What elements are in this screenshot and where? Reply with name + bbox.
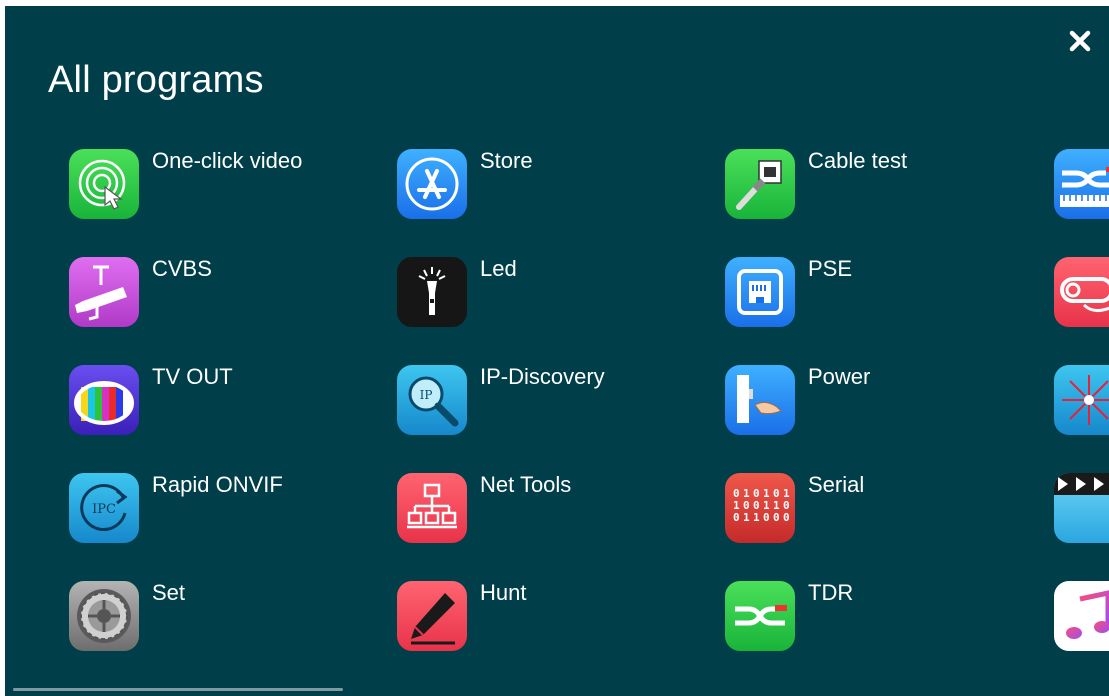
app-cable-test[interactable]: Cable test [725, 149, 1025, 227]
app-label: IP-Discovery [480, 364, 605, 389]
app-label: Serial [808, 472, 865, 497]
ipc-refresh-icon: IPC [69, 473, 139, 543]
cable-loop-icon [1054, 257, 1109, 327]
app-label: TV OUT [152, 364, 233, 389]
app-music[interactable] [1054, 581, 1109, 659]
ip-magnifier-icon: IP [397, 365, 467, 435]
app-store[interactable]: Store [397, 149, 697, 227]
app-cvbs[interactable]: CVBS [69, 257, 369, 335]
app-label: Power [808, 364, 871, 389]
app-laser[interactable] [1054, 365, 1109, 443]
app-label: Net Tools [480, 472, 572, 497]
ethernet-cable-icon [725, 149, 795, 219]
app-pse[interactable]: PSE [725, 257, 1025, 335]
app-rapid-onvif[interactable]: IPC Rapid ONVIF [69, 473, 369, 551]
app-led[interactable]: Led [397, 257, 697, 335]
pen-icon [397, 581, 467, 651]
network-topology-icon [397, 473, 467, 543]
binary-data-icon: 010 101 001 110 010 100 [725, 473, 795, 543]
tdr-ruler-icon [1054, 149, 1109, 219]
app-store-icon [397, 149, 467, 219]
music-note-icon [1054, 581, 1109, 651]
touch-target-icon [69, 149, 139, 219]
app-one-click-video[interactable]: One-click video [69, 149, 369, 227]
svg-text:1: 1 [753, 511, 760, 524]
app-tdr[interactable]: TDR [725, 581, 1025, 659]
app-label: Set [152, 580, 186, 605]
app-ip-discovery[interactable]: IP IP-Discovery [397, 365, 697, 443]
app-label: CVBS [152, 256, 212, 281]
cctv-camera-icon [69, 257, 139, 327]
svg-text:0: 0 [773, 511, 780, 524]
svg-text:0: 0 [733, 511, 740, 524]
app-clapperboard[interactable] [1054, 473, 1109, 551]
app-label: TDR [808, 580, 854, 605]
laser-icon [1054, 365, 1109, 435]
app-label: Rapid ONVIF [152, 472, 283, 497]
svg-text:1: 1 [743, 511, 750, 524]
app-tv-out[interactable]: TV OUT [69, 365, 369, 443]
app-tdr-ruler[interactable] [1054, 149, 1109, 227]
close-button[interactable] [1065, 26, 1095, 56]
app-set[interactable]: Set [69, 581, 369, 659]
app-net-tools[interactable]: Net Tools [397, 473, 697, 551]
page-title: All programs [48, 59, 264, 101]
page-scroll-indicator [13, 688, 343, 691]
app-serial[interactable]: 010 101 001 110 010 100 Serial [725, 473, 1025, 551]
app-power[interactable]: Power [725, 365, 1025, 443]
color-bars-icon [69, 365, 139, 435]
ethernet-port-icon [725, 257, 795, 327]
app-hunt[interactable]: Hunt [397, 581, 697, 659]
all-programs-screen: All programs One-click video Store Cable… [5, 6, 1109, 696]
app-label: Store [480, 148, 533, 173]
app-label: Hunt [480, 580, 527, 605]
svg-text:IP: IP [420, 388, 433, 402]
app-cable-loop[interactable] [1054, 257, 1109, 335]
svg-text:0: 0 [763, 511, 770, 524]
close-icon [1069, 30, 1091, 52]
svg-text:IPC: IPC [92, 502, 116, 517]
clapperboard-icon [1054, 473, 1109, 543]
app-label: One-click video [152, 148, 303, 173]
settings-gear-icon [69, 581, 139, 651]
flashlight-icon [397, 257, 467, 327]
app-label: PSE [808, 256, 853, 281]
tdr-signal-icon [725, 581, 795, 651]
app-label: Cable test [808, 148, 908, 173]
svg-text:0: 0 [783, 511, 790, 524]
power-socket-icon [725, 365, 795, 435]
app-label: Led [480, 256, 517, 281]
